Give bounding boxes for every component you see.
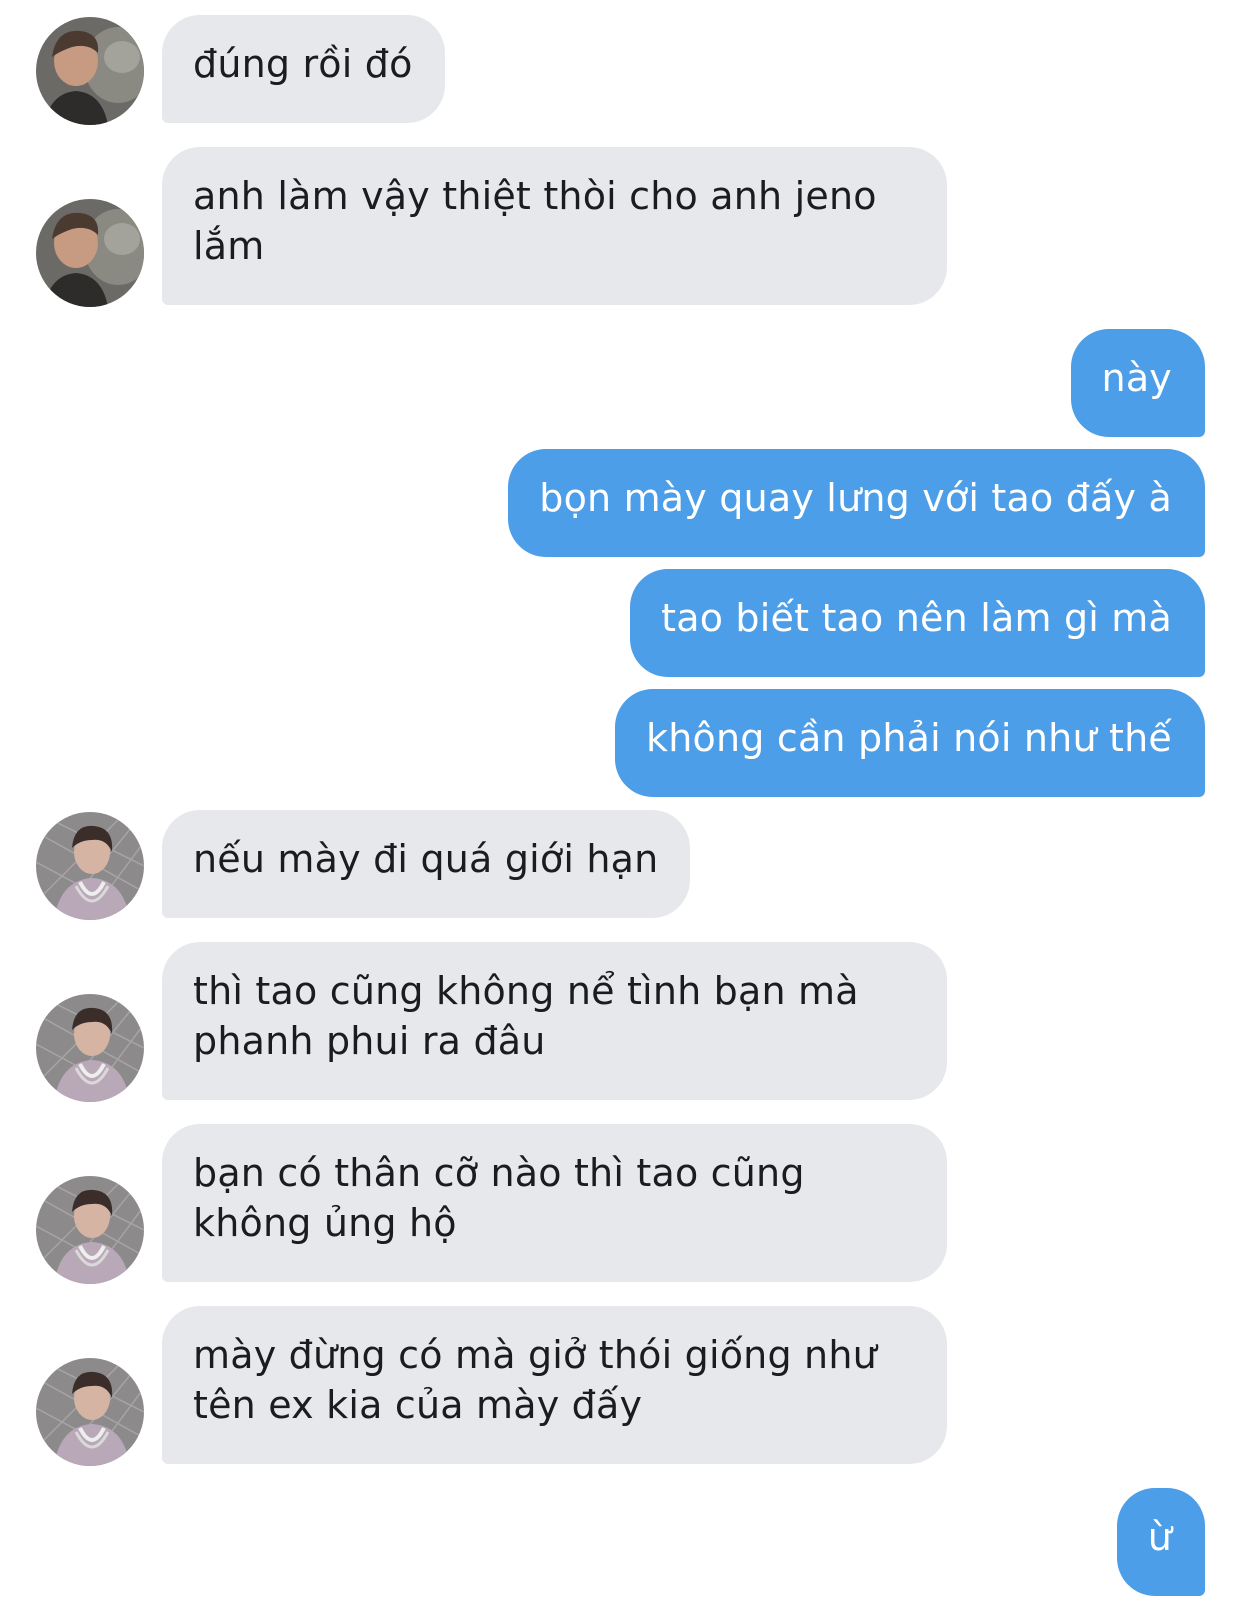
incoming-message-bubble[interactable]: thì tao cũng không nể tình bạn mà phanh … [162,942,947,1100]
contact-avatar[interactable] [36,199,144,307]
contact-avatar[interactable] [36,812,144,920]
outgoing-message-bubble[interactable]: bọn mày quay lưng với tao đấy à [508,449,1205,557]
incoming-message-bubble[interactable]: anh làm vậy thiệt thòi cho anh jeno lắm [162,147,947,305]
boy-chain-fence-avatar-icon [36,1358,144,1466]
message-row-incoming: bạn có thân cỡ nào thì tao cũng không ủn… [0,1124,1242,1284]
incoming-message-bubble[interactable]: đúng rồi đó [162,15,445,123]
message-row-incoming: nếu mày đi quá giới hạn [0,810,1242,920]
message-row-outgoing: ừ [0,1488,1242,1605]
contact-avatar[interactable] [36,1358,144,1466]
boy-grey-hoodie-avatar-icon [36,199,144,307]
incoming-message-bubble[interactable]: nếu mày đi quá giới hạn [162,810,691,918]
message-row-outgoing: không cần phải nói như thế [0,689,1242,797]
contact-avatar[interactable] [36,994,144,1102]
message-row-outgoing: tao biết tao nên làm gì mà [0,569,1242,677]
message-row-outgoing: này [0,329,1242,437]
outgoing-message-bubble[interactable]: ừ [1116,1488,1205,1596]
outgoing-message-bubble[interactable]: tao biết tao nên làm gì mà [630,569,1205,677]
message-row-incoming: mày đừng có mà giở thói giống như tên ex… [0,1306,1242,1466]
incoming-message-bubble[interactable]: bạn có thân cỡ nào thì tao cũng không ủn… [162,1124,947,1282]
outgoing-message-bubble[interactable]: này [1070,329,1205,437]
boy-chain-fence-avatar-icon [36,1176,144,1284]
message-row-incoming: anh làm vậy thiệt thòi cho anh jeno lắm [0,147,1242,307]
message-row-incoming: đúng rồi đó [0,15,1242,125]
boy-chain-fence-avatar-icon [36,812,144,920]
outgoing-message-bubble[interactable]: không cần phải nói như thế [615,689,1205,797]
contact-avatar[interactable] [36,1176,144,1284]
message-row-outgoing: bọn mày quay lưng với tao đấy à [0,449,1242,557]
chat-thread: đúng rồi đó anh làm vậy thiệt thòi cho a… [0,0,1242,1605]
message-row-incoming: thì tao cũng không nể tình bạn mà phanh … [0,942,1242,1102]
contact-avatar[interactable] [36,17,144,125]
boy-chain-fence-avatar-icon [36,994,144,1102]
incoming-message-bubble[interactable]: mày đừng có mà giở thói giống như tên ex… [162,1306,947,1464]
boy-grey-hoodie-avatar-icon [36,17,144,125]
